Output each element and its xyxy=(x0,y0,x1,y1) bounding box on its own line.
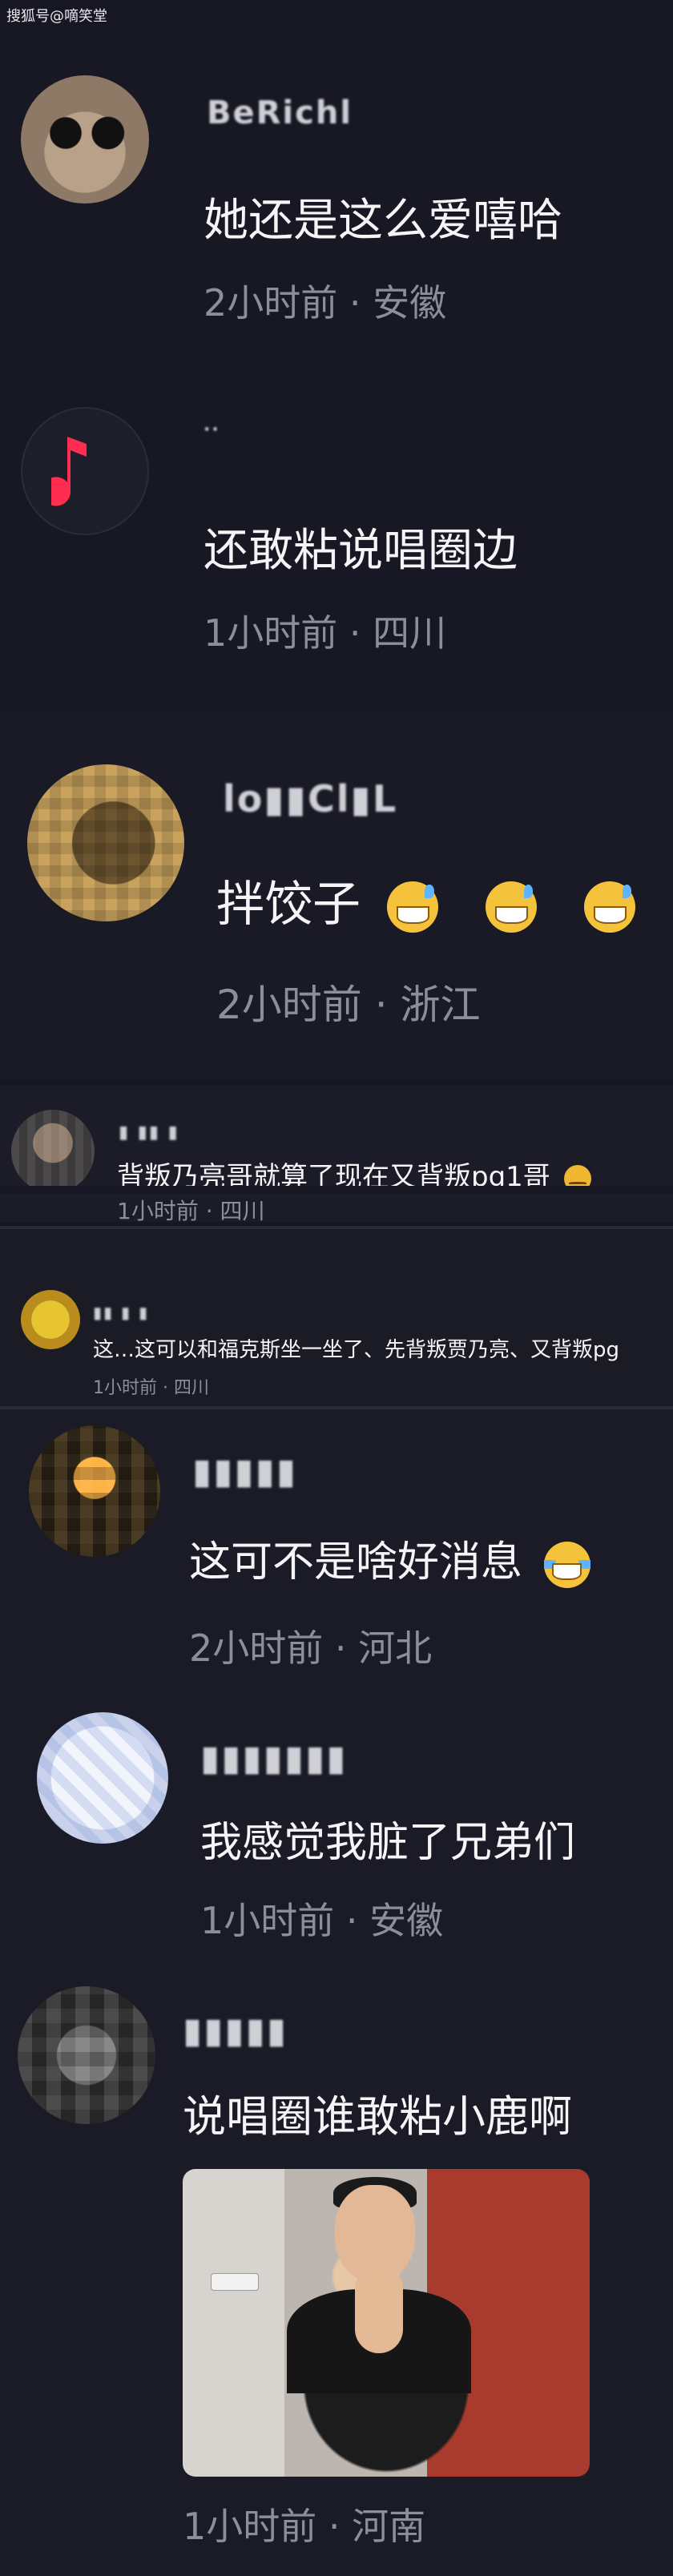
comment-panel-4: ▮▮ ▮ ▮ 这…这可以和福克斯坐一坐了、先背叛贾乃亮、又背叛pg 1小时前 ·… xyxy=(0,1226,673,1406)
comment-location: 安徽 xyxy=(373,281,447,325)
user-avatar[interactable] xyxy=(21,1290,80,1349)
comment-image[interactable] xyxy=(183,2169,590,2477)
comment-location: 浙江 xyxy=(400,982,481,1028)
comment-location: 四川 xyxy=(373,611,447,655)
comment-meta: 2小时前 · 安徽 xyxy=(204,274,446,327)
comment-location: 四川 xyxy=(220,1198,265,1222)
username[interactable]: ▮▮▮▮▮ xyxy=(183,2010,288,2051)
comment-panel-1: BeRichl 她还是这么爱嘻哈 2小时前 · 安徽 ·· 还敢粘说唱圈边 1小… xyxy=(0,34,673,707)
comment-meta: 2小时前 · 浙江 xyxy=(216,973,481,1030)
separator-dot: · xyxy=(328,2505,341,2548)
comment-text: 这可不是啥好消息 xyxy=(189,1528,590,1588)
user-avatar[interactable] xyxy=(27,764,184,921)
comment-text: 还敢粘说唱圈边 xyxy=(204,525,518,577)
comment-meta: 1小时前 · 四川 xyxy=(204,604,446,657)
comment-meta: 1小时前 · 四川 xyxy=(93,1373,209,1399)
wall-outlet xyxy=(211,2273,259,2291)
rofl-emoji-icon xyxy=(543,1542,590,1588)
comment-item: lo▮▮Cl▮L 拌饺子 2小时前 · 浙江 xyxy=(0,712,673,1072)
user-avatar[interactable] xyxy=(21,75,149,204)
grinning-sweat-emoji-icon xyxy=(584,881,636,933)
user-avatar[interactable] xyxy=(29,1425,160,1557)
comment-text: 拌饺子 xyxy=(216,865,636,935)
comment-text: 说唱圈谁敢粘小鹿啊 xyxy=(183,2091,572,2142)
comment-meta: 2小时前 · 河北 xyxy=(189,1619,432,1672)
comment-location: 四川 xyxy=(174,1378,210,1398)
grinning-sweat-emoji-icon xyxy=(486,881,538,933)
grinning-sweat-emoji-icon xyxy=(387,881,439,933)
comment-panel-3: ▮ ▮▮ ▮ 背叛乃亮哥就算了现在又背叛pg1哥 xyxy=(0,1086,673,1186)
watermark: 搜狐号@嘀笑堂 xyxy=(6,8,107,25)
user-avatar[interactable] xyxy=(18,1986,155,2124)
comment-location: 河北 xyxy=(358,1627,433,1670)
comment-item: ▮▮▮▮▮▮▮ 我感觉我脏了兄弟们 1小时前 · 安徽 xyxy=(0,1682,673,1946)
comment-time: 1小时前 xyxy=(93,1378,157,1398)
sad-emoji-icon xyxy=(563,1164,591,1186)
comment-time: 1小时前 xyxy=(200,1899,335,1942)
comment-time: 2小时前 xyxy=(189,1627,324,1670)
separator-dot: · xyxy=(349,281,361,325)
comment-meta: 1小时前 · 四川 xyxy=(117,1194,265,1222)
separator-dot: · xyxy=(374,982,388,1028)
username[interactable]: BeRichl xyxy=(207,95,353,131)
user-avatar[interactable] xyxy=(11,1110,95,1186)
comment-meta: 1小时前 · 安徽 xyxy=(200,1892,443,1945)
username[interactable]: lo▮▮Cl▮L xyxy=(223,777,397,820)
separator-dot: · xyxy=(345,1899,358,1942)
username[interactable]: ▮▮ ▮ ▮ xyxy=(93,1303,149,1322)
comment-text-content: 背叛乃亮哥就算了现在又背叛pg1哥 xyxy=(117,1161,550,1186)
comment-text: 她还是这么爱嘻哈 xyxy=(204,195,562,247)
comment-location: 河南 xyxy=(352,2505,426,2548)
comment-item: ▮▮▮▮▮ 说唱圈谁敢粘小鹿啊 1小时前 · 河南 xyxy=(0,1970,673,2576)
username[interactable]: ▮▮▮▮▮▮▮ xyxy=(200,1738,348,1779)
comment-panel-2: lo▮▮Cl▮L 拌饺子 2小时前 · 浙江 xyxy=(0,712,673,1080)
user-avatar[interactable] xyxy=(37,1712,168,1844)
separator-dot: · xyxy=(163,1378,168,1398)
comment-item: ▮ ▮▮ ▮ 背叛乃亮哥就算了现在又背叛pg1哥 xyxy=(0,1086,673,1186)
comment-text: 我感觉我脏了兄弟们 xyxy=(200,1819,576,1867)
comment-location: 安徽 xyxy=(369,1899,444,1942)
comment-time: 1小时前 xyxy=(117,1198,199,1222)
comment-item: ▮▮▮▮▮ 这可不是啥好消息 2小时前 · 河北 xyxy=(0,1409,673,1674)
comment-text-content: 拌饺子 xyxy=(216,877,361,933)
separator-dot: · xyxy=(205,1198,213,1222)
username[interactable]: ▮▮▮▮▮ xyxy=(192,1451,297,1492)
separator-dot: · xyxy=(334,1627,347,1670)
comment-time: 2小时前 xyxy=(216,982,362,1028)
comment-panel-5: ▮▮▮▮▮ 这可不是啥好消息 2小时前 · 河北 ▮▮▮▮▮▮▮ 我感觉我脏了兄… xyxy=(0,1406,673,2576)
comment-time: 1小时前 xyxy=(183,2505,317,2548)
username[interactable]: ▮ ▮▮ ▮ xyxy=(119,1123,179,1143)
comment-meta: 1小时前 · 河南 xyxy=(183,2497,425,2550)
comment-text: 这…这可以和福克斯坐一坐了、先背叛贾乃亮、又背叛pg xyxy=(93,1338,620,1362)
comment-item: ·· 还敢粘说唱圈边 1小时前 · 四川 xyxy=(0,378,673,667)
user-avatar[interactable] xyxy=(21,407,149,535)
comment-text-content: 这可不是啥好消息 xyxy=(189,1538,523,1586)
person-hands xyxy=(355,2265,403,2353)
username[interactable]: ·· xyxy=(204,420,220,440)
comment-item: BeRichl 她还是这么爱嘻哈 2小时前 · 安徽 xyxy=(0,50,673,325)
comment-meta-row: 1小时前 · 四川 xyxy=(0,1194,673,1222)
separator-dot: · xyxy=(349,611,361,655)
comment-time: 2小时前 xyxy=(204,281,338,325)
music-note-icon xyxy=(51,437,87,506)
comment-time: 1小时前 xyxy=(204,611,338,655)
comment-text: 背叛乃亮哥就算了现在又背叛pg1哥 xyxy=(117,1155,591,1186)
